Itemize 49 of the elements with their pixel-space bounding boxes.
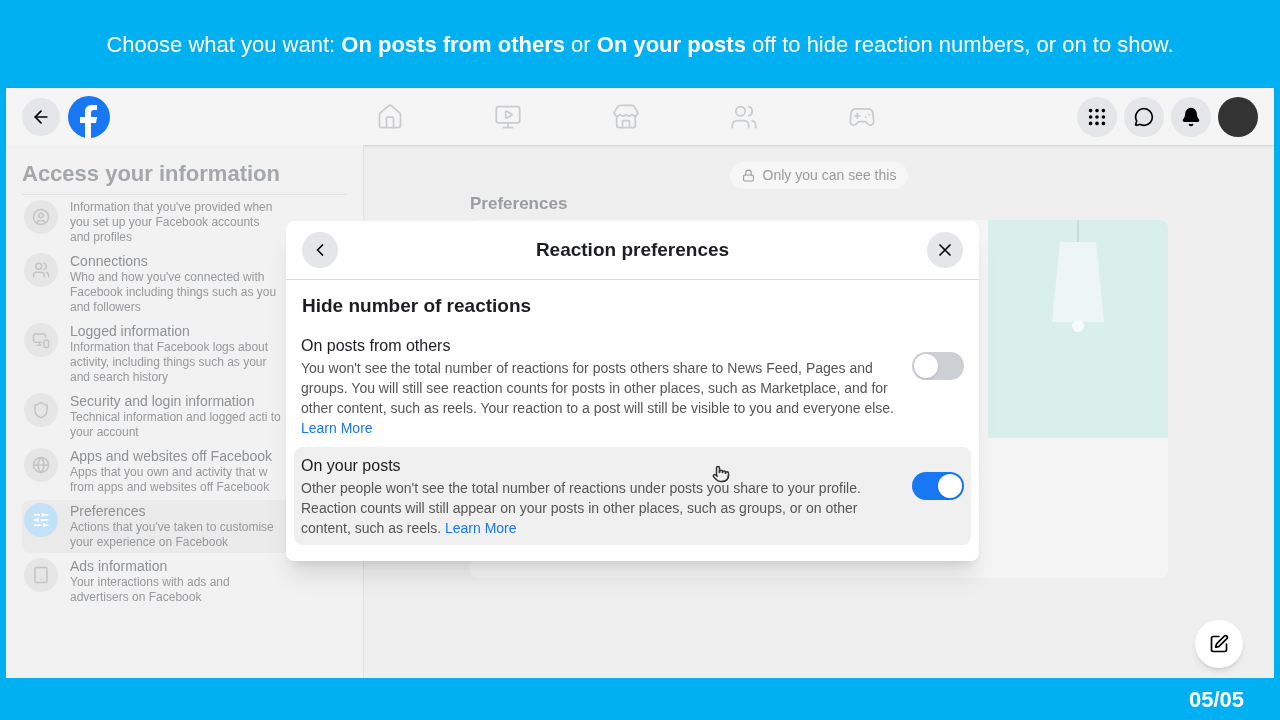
globe-icon [32,456,50,474]
option-title: On posts from others [301,335,451,356]
item-description: Who and how you've connected with Facebook including things such as you and followers [70,270,278,315]
avatar[interactable] [1218,96,1258,137]
pencil-square-icon [1209,634,1229,654]
messenger-button[interactable] [1124,96,1164,137]
dialog-title: Reaction preferences [534,237,731,262]
close-button[interactable] [927,232,963,268]
option-title: On your posts [301,455,401,476]
slide-number: 05/05 [1188,685,1244,714]
tablet-icon [32,566,50,584]
devices-icon [32,331,50,349]
caption-text: Choose what you want: On posts from others or On your posts off to hide reaction numbers, or on to show. [106,30,1174,59]
item-title: Logged information [70,323,191,340]
bell-icon [1181,106,1201,127]
privacy-note: Only you can see this [762,166,897,185]
hand-cursor-icon [712,464,730,483]
item-title: Apps and websites off Facebook [70,448,274,465]
toggle-switch[interactable] [912,351,964,380]
chat-bubble-icon [1134,106,1154,127]
item-description: Actions that you've taken to customise your experience on Facebook [70,520,275,550]
logo-icon[interactable] [68,95,110,138]
section-title: Preferences [470,193,568,215]
compose-button[interactable] [1195,620,1243,668]
toggle-switch[interactable] [912,471,964,500]
profile-icon [32,208,50,226]
item-description: Your interactions with ads and advertisers on Facebook [70,575,231,605]
notifications-button[interactable] [1171,96,1211,137]
learn-more-link[interactable]: Learn More [444,519,517,536]
item-description: Information that you've provided when you set up your Facebook accounts and profiles [70,200,274,245]
item-title: Connections [70,253,149,270]
sidebar-item[interactable]: Ads information Your interactions with ads and advertisers on Facebook [22,555,347,608]
people-icon [32,261,50,279]
lock-icon [741,169,755,182]
menu-button[interactable] [1077,96,1117,137]
option-description: You won't see the total number of reactions for posts others share to News Feed, Pages and groups. You will still see reaction counts for posts in other places, such as Marketplace, and for other content, such as reels. Your reaction to a post will still be visible to you and everyone else. Learn More [301,358,895,438]
learn-more-link[interactable]: Learn More [301,419,373,436]
item-description: Technical information and logged acti to your account [70,410,282,440]
item-description: Apps that you own and activity that w from apps and websites off Facebook [70,465,271,495]
sliders-icon [32,511,50,529]
item-title: Ads information [70,558,169,575]
item-title: Security and login information [70,393,256,410]
item-description: Information that Facebook logs about activity, including things such as your and search history [70,340,270,385]
sidebar-title: Access your information [22,157,347,195]
sidebar-item[interactable]: Information that you've provided when you set up your Facebook accounts and profiles [22,197,347,248]
shield-icon [32,401,50,419]
item-title: Preferences [70,503,147,520]
dialog-section-title: Hide number of reactions [301,294,533,318]
back-button[interactable] [22,97,60,136]
